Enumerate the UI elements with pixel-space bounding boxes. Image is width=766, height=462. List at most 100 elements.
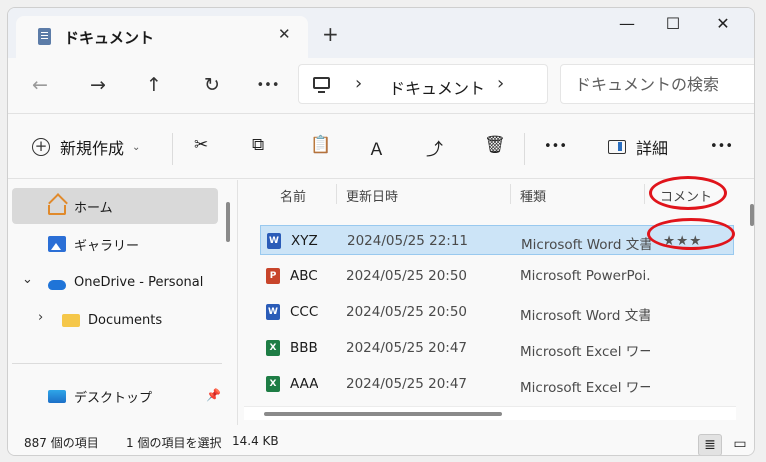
sidebar-item-label: OneDrive - Personal [74, 274, 204, 290]
sidebar-item-label: ギャラリー [74, 238, 140, 254]
plus-circle-icon: + [32, 138, 50, 156]
file-name: XYZ [291, 233, 318, 249]
breadcrumb-documents[interactable]: ドキュメント [389, 75, 485, 99]
file-type: Microsoft Word 文書 [521, 237, 651, 253]
new-button[interactable]: + 新規作成 ⌄ [32, 135, 140, 159]
table-row[interactable]: X AAA 2024/05/25 20:47 Microsoft Excel ワ… [260, 369, 734, 399]
navigation-pane: ホーム ギャラリー ⌄ OneDrive - Personal › Docume… [8, 180, 238, 425]
tab-title: ドキュメント [64, 29, 155, 47]
close-tab-icon[interactable]: ✕ [278, 25, 291, 43]
breadcrumb-chevron-icon[interactable]: › [497, 73, 504, 94]
tiles-view-button[interactable]: ▭ [728, 434, 752, 455]
file-type: Microsoft Excel ワー... [520, 380, 650, 396]
sidebar-item-home[interactable]: ホーム [12, 188, 218, 224]
file-date: 2024/05/25 20:47 [346, 340, 468, 356]
chevron-right-icon[interactable]: › [38, 310, 43, 325]
folder-icon [62, 313, 80, 327]
copy-icon[interactable]: ⧉ [252, 135, 264, 155]
minimize-button[interactable]: — [612, 14, 642, 33]
breadcrumb-chevron-icon[interactable]: › [355, 73, 362, 94]
back-button[interactable]: ← [26, 74, 54, 96]
column-header-comment[interactable]: コメント [660, 186, 712, 205]
computer-icon[interactable] [313, 77, 330, 93]
file-name: AAA [290, 376, 319, 392]
onedrive-icon [48, 280, 66, 290]
file-date: 2024/05/25 20:47 [346, 376, 468, 392]
divider [510, 184, 511, 204]
column-header-date[interactable]: 更新日時 [346, 186, 398, 205]
rename-icon[interactable]: Ａ [368, 135, 385, 160]
vertical-scrollbar-thumb[interactable] [750, 204, 754, 226]
divider [12, 363, 222, 364]
divider [644, 184, 645, 204]
delete-icon[interactable]: 🗑 [484, 135, 506, 155]
up-button[interactable]: ↑ [140, 74, 168, 96]
details-pane-icon [608, 140, 626, 154]
horizontal-scrollbar-thumb[interactable] [264, 412, 502, 416]
divider [172, 133, 173, 165]
file-comment: ★★★ [663, 233, 703, 249]
file-name: CCC [290, 304, 319, 320]
command-more-button[interactable]: ••• [544, 139, 567, 154]
new-button-label: 新規作成 [60, 139, 125, 158]
sidebar-item-onedrive[interactable]: ⌄ OneDrive - Personal [12, 264, 218, 300]
address-bar[interactable]: › ドキュメント › [298, 64, 548, 104]
details-pane-button[interactable]: 詳細 [608, 135, 668, 159]
item-count: 887 個の項目 [24, 436, 99, 450]
horizontal-scrollbar-track[interactable] [244, 406, 736, 420]
table-row[interactable]: X BBB 2024/05/25 20:47 Microsoft Excel ワ… [260, 333, 734, 363]
sidebar-item-desktop[interactable]: デスクトップ 📌 [12, 378, 221, 414]
refresh-button[interactable]: ↻ [198, 74, 226, 96]
file-name: BBB [290, 340, 318, 356]
sidebar-item-gallery[interactable]: ギャラリー [12, 226, 218, 262]
paste-icon[interactable]: 📋 [310, 135, 331, 155]
chevron-down-icon[interactable]: ⌄ [22, 272, 33, 287]
file-date: 2024/05/25 22:11 [347, 233, 469, 249]
file-date: 2024/05/25 20:50 [346, 304, 468, 320]
pin-icon[interactable]: 📌 [206, 388, 221, 402]
overflow-more-button[interactable]: ••• [710, 139, 733, 154]
word-file-icon: W [267, 233, 281, 249]
sidebar-item-label: デスクトップ [74, 390, 153, 406]
explorer-window: ドキュメント ✕ + — ☐ ✕ ← → ↑ ↻ ••• › ドキュメント › … [7, 7, 755, 456]
gallery-icon [48, 236, 66, 252]
forward-button[interactable]: → [84, 74, 112, 96]
file-type: Microsoft Excel ワー... [520, 344, 650, 360]
details-label: 詳細 [636, 139, 669, 158]
cut-icon[interactable]: ✂ [194, 135, 208, 155]
search-input[interactable] [575, 73, 754, 95]
table-row[interactable]: W CCC 2024/05/25 20:50 Microsoft Word 文書 [260, 297, 734, 327]
sidebar-item-label: Documents [88, 312, 163, 328]
tab-documents[interactable]: ドキュメント ✕ [16, 16, 308, 58]
powerpoint-file-icon: P [266, 268, 280, 284]
divider [524, 133, 525, 165]
divider [336, 184, 337, 204]
sidebar-item-label: ホーム [74, 200, 113, 216]
new-tab-button[interactable]: + [322, 22, 339, 46]
sidebar-scrollbar[interactable] [226, 202, 230, 242]
desktop-icon [48, 389, 66, 403]
document-folder-icon [38, 28, 51, 45]
column-header-name[interactable]: 名前 [280, 186, 306, 205]
file-date: 2024/05/25 20:50 [346, 268, 468, 284]
table-row[interactable]: P ABC 2024/05/25 20:50 Microsoft PowerPo… [260, 261, 734, 291]
home-icon [48, 205, 66, 215]
search-box[interactable] [560, 64, 754, 104]
file-name: ABC [290, 268, 318, 284]
table-row[interactable]: W XYZ 2024/05/25 22:11 Microsoft Word 文書… [260, 225, 734, 255]
maximize-button[interactable]: ☐ [658, 14, 688, 33]
selection-size: 14.4 KB [232, 434, 279, 448]
file-list: 名前 更新日時 種類 コメント W XYZ 2024/05/25 22:11 M… [244, 180, 754, 425]
details-view-button[interactable]: ≣ [698, 434, 722, 455]
word-file-icon: W [266, 304, 280, 320]
tab-bar: ドキュメント ✕ + — ☐ ✕ [8, 8, 754, 58]
excel-file-icon: X [266, 376, 280, 392]
share-icon[interactable]: ⤴ [426, 135, 443, 160]
chevron-down-icon: ⌄ [132, 141, 141, 153]
sidebar-item-documents[interactable]: › Documents [12, 302, 218, 338]
nav-more-button[interactable]: ••• [254, 78, 282, 93]
column-header-type[interactable]: 種類 [520, 186, 546, 205]
command-bar: + 新規作成 ⌄ ✂ ⧉ 📋 Ａ ⤴ 🗑 ••• 詳細 ••• [8, 115, 754, 179]
file-type: Microsoft Word 文書 [520, 308, 650, 324]
close-window-button[interactable]: ✕ [708, 14, 738, 33]
